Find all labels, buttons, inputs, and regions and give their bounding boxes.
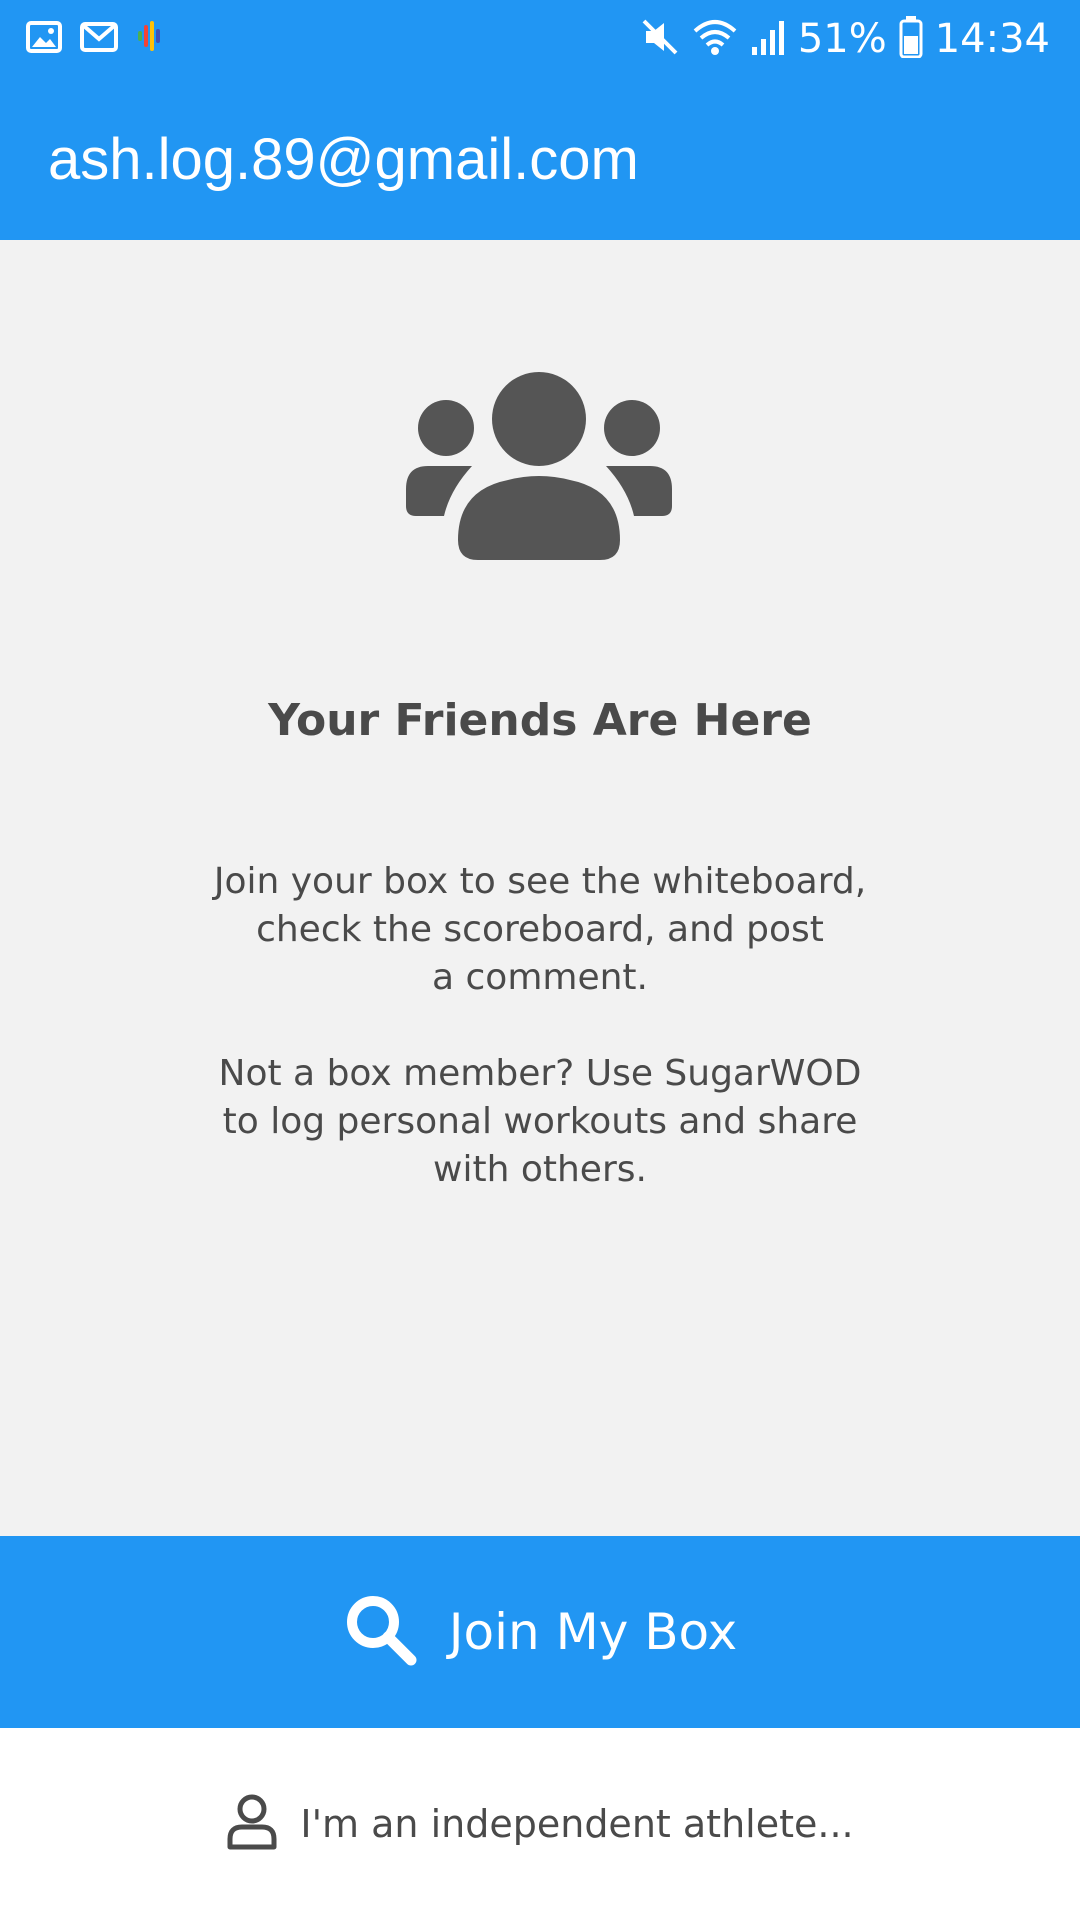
description-join-box: Join your box to see the whiteboard, che… bbox=[213, 861, 867, 998]
join-my-box-button[interactable]: Join My Box bbox=[0, 1536, 1080, 1728]
person-icon bbox=[226, 1793, 278, 1856]
headline: Your Friends Are Here bbox=[268, 695, 812, 746]
clock: 14:34 bbox=[934, 16, 1050, 62]
account-email-title: ash.log.89@gmail.com bbox=[48, 127, 639, 192]
status-bar-system: 51% 14:34 bbox=[640, 12, 1050, 66]
independent-athlete-label: I'm an independent athlete... bbox=[300, 1802, 854, 1846]
app-bar: ash.log.89@gmail.com bbox=[0, 78, 1080, 240]
signal-icon bbox=[750, 17, 786, 62]
search-icon bbox=[343, 1592, 419, 1673]
assistant-mic-icon bbox=[136, 17, 162, 62]
wifi-icon bbox=[692, 17, 738, 62]
description-independent: Not a box member? Use SugarWOD to log pe… bbox=[218, 1053, 862, 1190]
join-my-box-label: Join My Box bbox=[448, 1603, 738, 1661]
independent-athlete-button[interactable]: I'm an independent athlete... bbox=[0, 1728, 1080, 1920]
image-icon bbox=[26, 20, 62, 58]
battery-icon bbox=[899, 15, 923, 63]
gmail-icon bbox=[80, 21, 118, 57]
mute-icon bbox=[640, 17, 680, 62]
friends-group-icon bbox=[404, 372, 674, 562]
status-bar: 51% 14:34 bbox=[0, 0, 1080, 78]
status-bar-notifications bbox=[26, 18, 162, 60]
battery-percent: 51% bbox=[797, 16, 887, 62]
